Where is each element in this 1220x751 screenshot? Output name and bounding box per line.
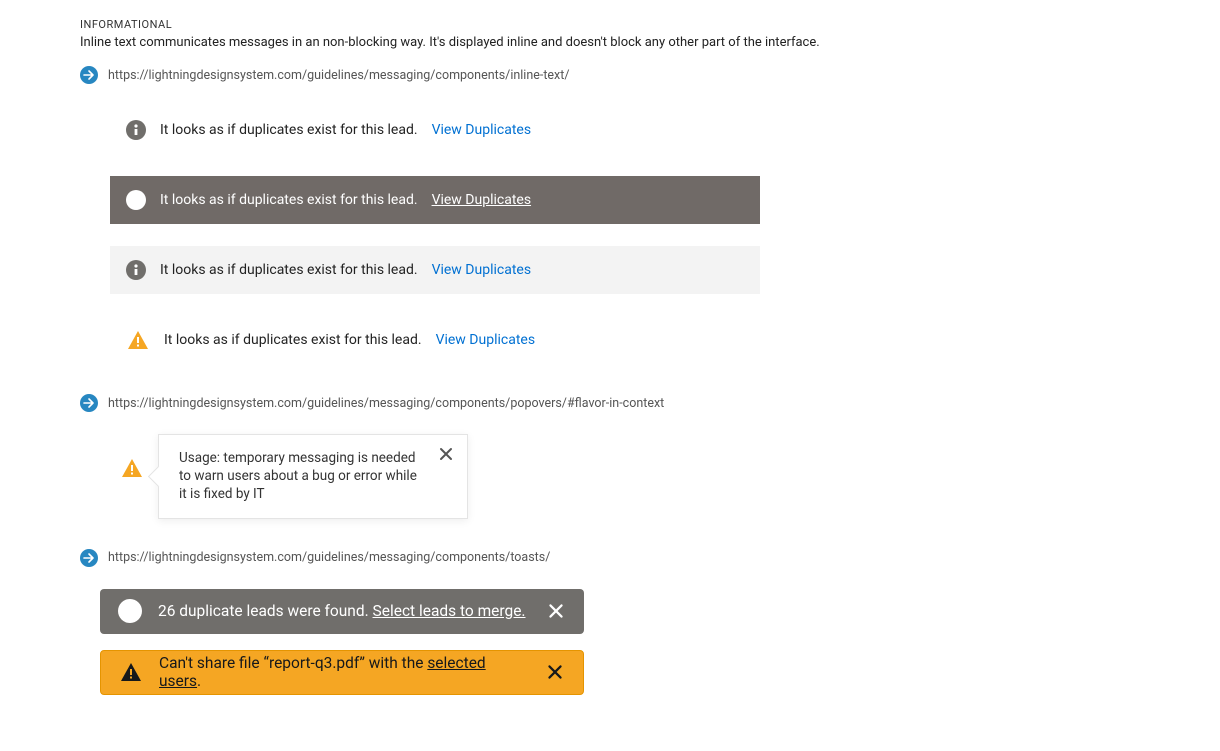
inline-message-text: It looks as if duplicates exist for this… [160,262,418,278]
section-heading: INFORMATIONAL [80,18,1220,31]
inline-message-text: It looks as if duplicates exist for this… [160,192,418,208]
toasts: 26 duplicate leads were found. Select le… [100,589,584,695]
info-icon [118,599,142,623]
arrow-icon [80,549,98,567]
reference-link-toasts[interactable]: https://lightningdesignsystem.com/guidel… [108,550,550,565]
warning-icon [120,458,144,478]
info-icon [126,190,146,210]
toast-message: Can't share file “report-q3.pdf” with th… [159,654,427,672]
inline-message-text: It looks as if duplicates exist for this… [160,122,418,138]
warning-icon [119,662,143,682]
toast-info: 26 duplicate leads were found. Select le… [100,589,584,634]
toast-suffix: . [197,672,201,690]
inline-message-dark-info: It looks as if duplicates exist for this… [110,176,760,224]
info-icon [126,120,146,140]
close-icon[interactable] [546,601,566,621]
view-duplicates-link[interactable]: View Duplicates [432,262,531,278]
inline-examples: It looks as if duplicates exist for this… [110,106,760,364]
reference-link-row: https://lightningdesignsystem.com/guidel… [80,394,1220,412]
popover: Usage: temporary messaging is needed to … [158,434,468,519]
popover-body: Usage: temporary messaging is needed to … [179,450,417,502]
inline-message-light-info: It looks as if duplicates exist for this… [110,246,760,294]
reference-link-popovers[interactable]: https://lightningdesignsystem.com/guidel… [108,396,664,411]
toast-warning: Can't share file “report-q3.pdf” with th… [100,650,584,695]
close-icon[interactable] [545,662,565,682]
close-icon[interactable] [437,445,455,468]
info-icon [126,260,146,280]
arrow-icon [80,394,98,412]
popover-example: Usage: temporary messaging is needed to … [120,434,1220,519]
reference-link-row: https://lightningdesignsystem.com/guidel… [80,66,1220,84]
inline-message-text: It looks as if duplicates exist for this… [164,332,422,348]
reference-link-inline-text[interactable]: https://lightningdesignsystem.com/guidel… [108,68,570,83]
inline-message-plain-info: It looks as if duplicates exist for this… [110,106,760,154]
arrow-icon [80,66,98,84]
warning-icon [126,330,150,350]
reference-link-row: https://lightningdesignsystem.com/guidel… [80,549,1220,567]
toast-message: 26 duplicate leads were found. [158,602,373,620]
toast-text: 26 duplicate leads were found. Select le… [158,602,530,620]
toast-action-link[interactable]: Select leads to merge. [373,602,526,620]
inline-message-plain-warning: It looks as if duplicates exist for this… [110,316,760,364]
toast-text: Can't share file “report-q3.pdf” with th… [159,654,529,690]
view-duplicates-link[interactable]: View Duplicates [432,122,531,138]
view-duplicates-link[interactable]: View Duplicates [436,332,535,348]
view-duplicates-link[interactable]: View Duplicates [432,192,531,208]
section-description: Inline text communicates messages in an … [80,35,1220,50]
